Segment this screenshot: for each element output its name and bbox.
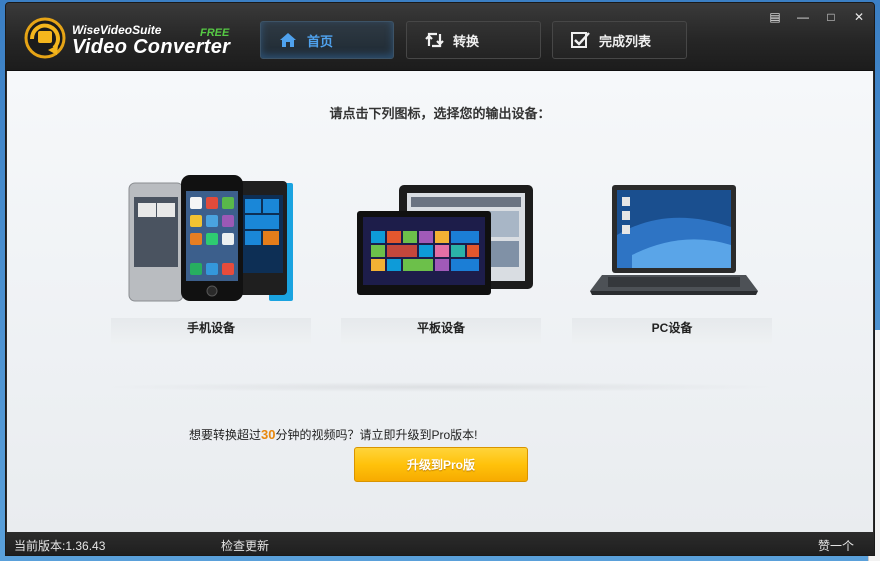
like-link[interactable]: 赞一个 <box>818 537 854 554</box>
tab-home-label: 首页 <box>307 33 334 49</box>
minimize-button[interactable]: — <box>794 9 812 25</box>
main-content: 请点击下列图标，选择您的输出设备： 手机设备 平板设备 PC设备 想要转换超过3… <box>7 71 873 532</box>
upgrade-message: 想要转换超过30分钟的视频吗？请立即升级到Pro版本! <box>189 426 478 443</box>
close-button[interactable]: ✕ <box>850 9 868 25</box>
brand-suite-name: WiseVideoSuite <box>72 23 162 37</box>
skin-menu-button[interactable]: ▤ <box>766 9 784 25</box>
title-bar: WiseVideoSuite FREE Video Converter 首页 转… <box>6 3 874 71</box>
window-controls: ▤ — □ ✕ <box>766 9 868 25</box>
status-bar: 当前版本:1.36.43 检查更新 赞一个 <box>6 532 874 555</box>
device-tablet-label: 平板设备 <box>416 321 465 335</box>
app-logo-icon <box>24 17 66 59</box>
tab-home[interactable]: 首页 <box>260 21 394 59</box>
device-pc[interactable]: PC设备 <box>572 169 772 344</box>
tab-convert[interactable]: 转换 <box>406 21 541 59</box>
tab-completed-list[interactable]: 完成列表 <box>552 21 687 59</box>
home-icon <box>279 31 299 49</box>
upgrade-message-prefix: 想要转换超过 <box>189 428 262 442</box>
device-phone[interactable]: 手机设备 <box>111 169 311 344</box>
laptop-icon <box>590 185 758 295</box>
upgrade-pro-button[interactable]: 升级到Pro版 <box>354 447 528 482</box>
device-phone-label: 手机设备 <box>186 321 235 335</box>
app-title: Video Converter <box>72 36 231 58</box>
device-pc-label: PC设备 <box>651 321 693 335</box>
device-tablet[interactable]: 平板设备 <box>341 169 541 344</box>
checklist-icon <box>571 31 591 49</box>
upgrade-message-suffix: 分钟的视频吗？请立即升级到Pro版本! <box>275 428 478 442</box>
tablets-icon <box>357 185 533 295</box>
version-label: 当前版本:1.36.43 <box>14 539 106 553</box>
device-prompt: 请点击下列图标，选择您的输出设备： <box>329 106 551 121</box>
tab-completed-list-label: 完成列表 <box>599 33 652 49</box>
section-divider <box>97 382 783 392</box>
phones-icon <box>128 175 293 302</box>
convert-icon <box>425 31 445 49</box>
tab-convert-label: 转换 <box>453 33 480 49</box>
check-update-link[interactable]: 检查更新 <box>221 537 269 554</box>
maximize-button[interactable]: □ <box>822 9 840 25</box>
app-window: WiseVideoSuite FREE Video Converter 首页 转… <box>5 2 875 556</box>
minutes-limit: 30 <box>261 427 276 442</box>
